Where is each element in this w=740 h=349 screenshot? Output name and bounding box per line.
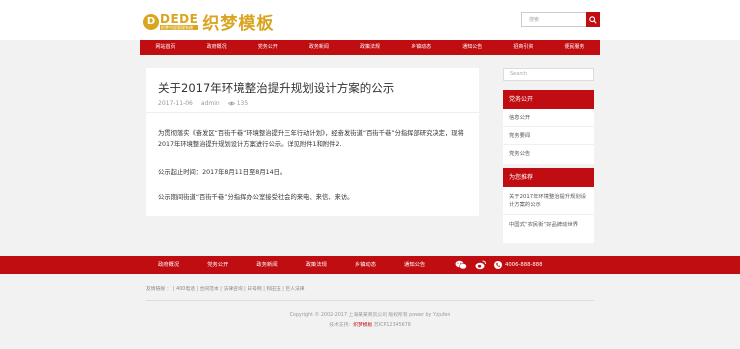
- nav-item-notices[interactable]: 通知公告: [447, 40, 498, 55]
- article-divider: [146, 112, 479, 113]
- weibo-icon[interactable]: [475, 260, 486, 270]
- footer-contacts: 4006-888-888: [455, 256, 543, 274]
- eye-icon: [227, 101, 235, 106]
- logo-mark-icon: D: [143, 13, 159, 30]
- article-date: 2017-11-06: [158, 100, 193, 107]
- widget-party-item[interactable]: 党务公告: [503, 145, 594, 163]
- footer-nav-item[interactable]: 党务公开: [207, 256, 228, 274]
- footer-support-link[interactable]: 织梦模板: [353, 323, 372, 328]
- article-meta: 2017-11-06 admin 135: [158, 100, 256, 107]
- main-nav: 网站首页 政府概况 党务公开 政务新闻 政策法规 乡镇动态 通知公告 招商引资 …: [140, 40, 600, 55]
- nav-item-news[interactable]: 政务新闻: [293, 40, 344, 55]
- widget-party: 党务公开 信息公开 党务要闻 党务公告: [503, 90, 594, 164]
- article-author: admin: [200, 100, 220, 107]
- nav-item-investment[interactable]: 招商引资: [498, 40, 549, 55]
- footer-divider: [146, 300, 594, 301]
- header-search-input[interactable]: [521, 12, 586, 27]
- footer-nav-item[interactable]: 政策法规: [306, 256, 327, 274]
- footer-copyright: Copyright © 2002-2017 上海某某商贸公司 版权所有 powe…: [289, 313, 451, 318]
- footer-bar: 政府概况 党务公开 政务新闻 政策法规 乡镇动态 通知公告 4006-888-8…: [0, 256, 740, 274]
- footer-support-label: 技术支持：: [329, 323, 354, 328]
- nav-item-towns[interactable]: 乡镇动态: [396, 40, 447, 55]
- nav-item-government[interactable]: 政府概况: [191, 40, 242, 55]
- article-title: 关于2017年环境整治提升规划设计方案的公示: [158, 81, 395, 95]
- article-paragraph-1: 为贯彻落实《奋发区“百街千巷”环境整治提升三年行动计划》，经奋发街道“百街千巷”…: [158, 130, 464, 148]
- wechat-icon[interactable]: [455, 260, 467, 270]
- sidebar-search-input[interactable]: Search: [503, 68, 594, 81]
- article-card: 关于2017年环境整治提升规划设计方案的公示 2017-11-06 admin …: [146, 68, 479, 216]
- search-icon: [589, 15, 597, 24]
- nav-item-services[interactable]: 便民服务: [549, 40, 600, 55]
- header-search-button[interactable]: [586, 12, 600, 27]
- nav-item-party[interactable]: 党务公开: [242, 40, 293, 55]
- phone-icon: [494, 261, 502, 269]
- header-search: [521, 12, 600, 27]
- widget-party-item[interactable]: 党务要闻: [503, 127, 594, 145]
- widget-party-title: 党务公开: [503, 90, 594, 109]
- widget-recommend-item[interactable]: 关于2017年环境整治提升规划设计方案的公示: [503, 187, 594, 215]
- logo-cn-text: 织梦模板: [202, 14, 275, 34]
- friend-links[interactable]: 友情链接 ： | 400电话 | 合同范本 | 法律咨询 | 日号网 | 和田玉…: [146, 285, 305, 292]
- site-logo[interactable]: D DEDE 织梦内容管理系统 织梦模板: [143, 9, 274, 34]
- nav-item-home[interactable]: 网站首页: [140, 40, 191, 55]
- article-paragraph-2: 公示起止时间：2017年8月11日至8月14日。: [158, 169, 287, 176]
- article-paragraph-3: 公示期间街道“百街千巷”分指挥办公室接受社会的来电、来信、来访。: [158, 194, 354, 201]
- footer-nav-item[interactable]: 政府概况: [158, 256, 179, 274]
- footer-nav: 政府概况 党务公开 政务新闻 政策法规 乡镇动态 通知公告: [146, 256, 453, 274]
- footer-nav-item[interactable]: 乡镇动态: [355, 256, 376, 274]
- widget-party-item[interactable]: 信息公开: [503, 109, 594, 127]
- widget-recommend: 为您推荐 关于2017年环境整治提升规划设计方案的公示 中国式“农民街”好品牌动…: [503, 168, 594, 243]
- logo-en-text: DEDE: [160, 12, 199, 26]
- footer-phone: 4006-888-888: [505, 262, 543, 268]
- footer-nav-item[interactable]: 通知公告: [404, 256, 425, 274]
- widget-recommend-title: 为您推荐: [503, 168, 594, 187]
- footer-support: 技术支持：织梦模板 苏ICP12345678: [0, 321, 740, 328]
- nav-item-policy[interactable]: 政策法规: [344, 40, 395, 55]
- site-header: D DEDE 织梦内容管理系统 织梦模板: [0, 0, 740, 40]
- footer-icp[interactable]: 苏ICP12345678: [374, 323, 411, 328]
- logo-en-subtext: 织梦内容管理系统: [160, 25, 199, 30]
- article-views: 135: [236, 100, 249, 107]
- widget-recommend-item[interactable]: 中国式“农民街”好品牌动世界: [503, 215, 594, 229]
- footer-nav-item[interactable]: 政务新闻: [256, 256, 277, 274]
